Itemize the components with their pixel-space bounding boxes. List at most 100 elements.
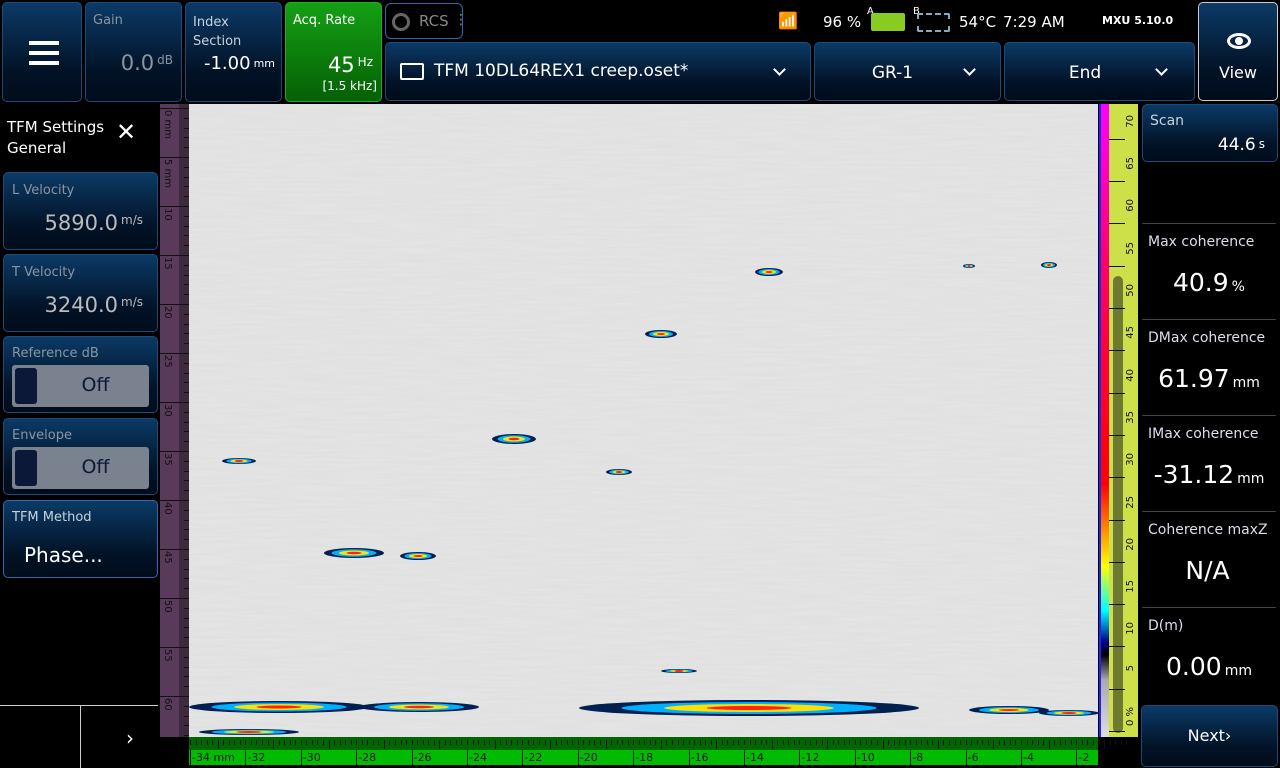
amp-tick-label: 55 [1125,241,1136,255]
acq-rate-value: 45 [327,53,355,77]
chevron-down-icon [773,63,786,76]
indication-mark [256,705,302,709]
depth-tick-label: 10 [162,208,173,221]
index-section-field[interactable]: Index Section -1.00 mm [185,2,282,102]
indication-mark [236,731,262,733]
reading-label: Coherence maxZ [1148,522,1268,538]
version: MXU 5.10.0 [1102,14,1174,27]
view-label: View [1219,63,1257,82]
reading-label: D(m) [1148,618,1184,634]
index-ruler[interactable]: -34 mm -32 -30 -28 -26 -24 -22 -20 -18 -16 -14 -12 -… [189,737,1128,765]
amp-tick-label: 50 [1125,284,1136,297]
index-tick-label: -20 [579,751,598,764]
index-section-unit: mm [253,57,275,70]
indication-mark [404,705,434,709]
envelope-field: Envelope Off [3,418,158,495]
tfm-method-field[interactable]: TFM Method Phase... [3,500,158,578]
index-tick-label: -12 [801,751,820,764]
scan-field[interactable]: Scan 44.6 s [1142,104,1278,162]
depth-tick-label: 0 mm [162,110,173,140]
indication-mark [508,437,520,441]
menu-button[interactable] [2,2,82,102]
acq-rate-prf: [1.5 kHz] [322,79,377,93]
envelope-label: Envelope [12,428,72,443]
indication-mark [657,333,665,335]
t-velocity-unit: m/s [121,295,143,309]
wifi-off-icon: 📶 [778,11,798,30]
rcs-button[interactable]: RCS ⋮ [385,3,468,39]
reading-value: -31.12 mm [1141,460,1277,489]
reading-number: -31.12 [1153,460,1235,489]
indication-mark [674,670,684,672]
reference-db-toggle[interactable]: Off [12,365,149,407]
indication-mark [615,471,623,473]
scan-label: Scan [1150,113,1185,129]
mode-dropdown[interactable]: End [1004,42,1195,101]
depth-ruler[interactable]: 0 mm 5 mm 10 15 20 25 30 35 40 45 50 55 60 [160,104,189,737]
depth-tick-label: 5 mm [162,159,173,189]
gain-label: Gain [93,13,123,28]
gain-field[interactable]: Gain 0.0 dB [85,2,182,102]
reading-value: 40.9% [1141,268,1277,297]
divider [1142,607,1276,608]
more-icon[interactable]: ⋮ [454,12,468,28]
indication-mark [1047,264,1051,266]
indication-mark [413,555,423,557]
depth-tick-label: 55 [162,649,173,662]
index-tick-label: -4 [1023,751,1034,764]
divider [1142,415,1276,416]
index-tick-label: -22 [524,751,543,764]
amp-tick-label: 20 [1125,537,1136,551]
amp-tick-label: 5 [1125,664,1136,672]
acq-rate-unit: Hz [357,55,373,69]
expand-chevron-icon[interactable]: › [126,726,134,750]
acq-rate-field[interactable]: Acq. Rate 45 Hz [1.5 kHz] [285,2,382,102]
depth-tick-label: 40 [162,502,173,515]
index-tick-label: -24 [469,751,487,764]
index-tick-label: -26 [413,751,432,764]
amp-tick-label: 70 [1125,114,1136,128]
next-button[interactable]: Next› [1141,705,1278,767]
next-label: Next› [1187,726,1232,745]
depth-tick-label: 50 [162,600,173,613]
amplitude-scale[interactable]: 0 % 5 10 15 20 25 30 35 40 45 50 55 60 65 70 [1109,104,1138,737]
color-palette-bar [1099,104,1109,737]
reading-label: IMax coherence [1148,426,1259,442]
divider [1142,511,1276,512]
envelope-toggle[interactable]: Off [12,447,149,489]
depth-tick-label: 30 [162,404,173,417]
index-section-value: -1.00 [203,53,251,74]
tfm-image[interactable] [189,104,1098,737]
reading-label: DMax coherence [1148,330,1266,346]
tfm-method-label: TFM Method [12,510,92,525]
scan-value: 44.6 [1217,135,1256,155]
battery-a-icon [871,13,905,31]
divider [1142,223,1276,224]
l-velocity-field[interactable]: L Velocity 5890.0 m/s [3,172,158,250]
indication-mark [765,271,773,273]
reference-db-state: Off [81,374,110,396]
group-dropdown[interactable]: GR-1 [814,42,1001,101]
depth-tick-label: 45 [162,551,173,564]
folder-open-icon [400,63,424,80]
indication-mark [1061,712,1077,714]
divider [0,705,158,706]
indication-mark [967,265,971,267]
view-button[interactable]: View [1198,2,1278,101]
indication-mark [234,460,244,462]
index-tick-label: -14 [746,751,764,764]
t-velocity-label: T Velocity [12,265,76,280]
amp-tick-label: 25 [1125,495,1136,509]
reading-unit: mm [1232,375,1260,391]
depth-tick-label: 35 [162,453,173,466]
amp-tick-label: 45 [1125,326,1136,340]
depth-tick-label: 25 [162,355,173,368]
file-dropdown[interactable]: TFM 10DL64REX1 creep.oset* [385,42,811,101]
t-velocity-field[interactable]: T Velocity 3240.0 m/s [3,254,158,332]
close-icon[interactable]: ✕ [116,120,136,144]
amp-tick-label: 40 [1125,368,1136,382]
envelope-state: Off [81,456,110,478]
battery-percent: 96 % [823,13,862,31]
reading-value: 0.00 mm [1141,652,1277,681]
mode-value: End [1068,63,1102,83]
